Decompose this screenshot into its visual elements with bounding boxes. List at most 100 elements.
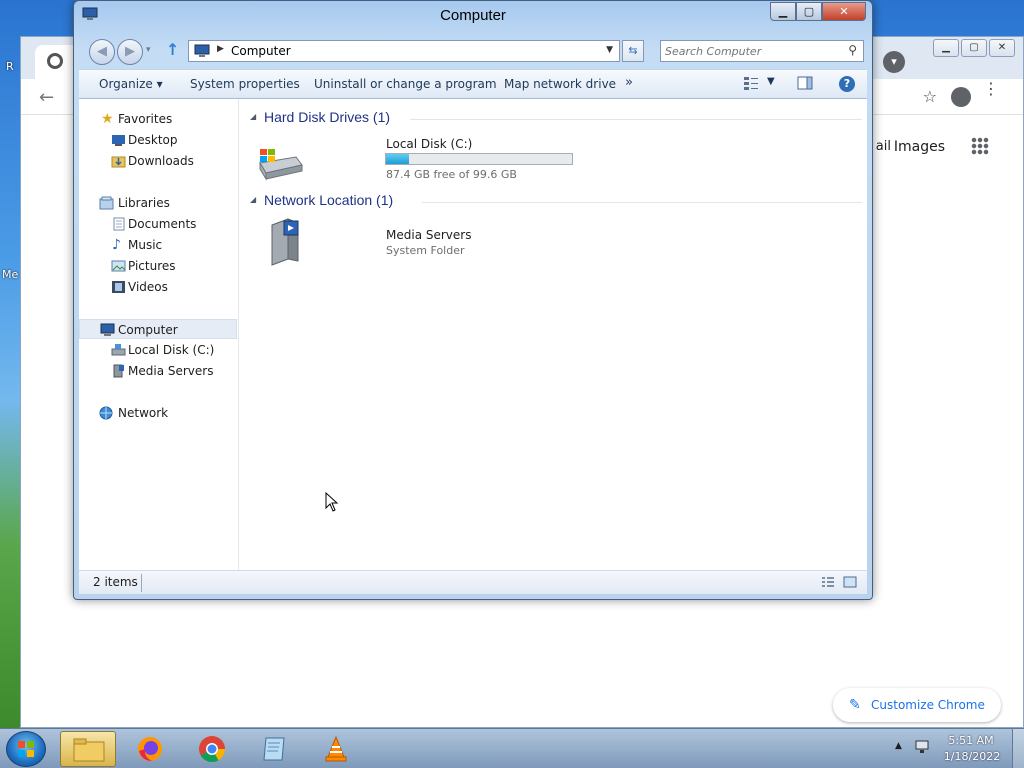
customize-chrome-button[interactable]: ✎ Customize Chrome bbox=[833, 688, 1001, 722]
search-box[interactable]: ⚲ bbox=[660, 40, 864, 62]
network-icon bbox=[99, 406, 113, 420]
forward-button[interactable]: ▶ bbox=[117, 39, 143, 65]
clock-date[interactable]: 1/18/2022 bbox=[942, 750, 1002, 763]
command-bar: Organize ▾ System properties Uninstall o… bbox=[79, 69, 867, 99]
disk-free-text: 87.4 GB free of 99.6 GB bbox=[386, 168, 517, 181]
computer-icon bbox=[194, 44, 210, 57]
mouse-cursor-icon bbox=[325, 492, 339, 512]
nav-pictures[interactable]: Pictures bbox=[79, 256, 237, 276]
taskbar: ▲ 5:51 AM 1/18/2022 bbox=[0, 728, 1024, 768]
organize-label: Organize bbox=[99, 77, 153, 91]
downloads-folder-icon bbox=[111, 156, 126, 168]
help-icon[interactable]: ? bbox=[839, 76, 855, 92]
recent-pages-dropdown-icon[interactable]: ▾ bbox=[146, 45, 151, 55]
nav-desktop-label: Desktop bbox=[128, 133, 178, 147]
explorer-window[interactable]: Computer ▁ ▢ ✕ ◀ ▶ ▾ ↑ ▶ Computer ▼ ⇆ ⚲ … bbox=[73, 0, 873, 600]
group-divider bbox=[422, 202, 862, 203]
apps-grid-icon[interactable] bbox=[971, 137, 989, 155]
taskbar-explorer-button[interactable] bbox=[60, 731, 116, 767]
network-location-group-label: Network Location (1) bbox=[264, 192, 394, 208]
nav-documents-label: Documents bbox=[128, 217, 197, 231]
chrome-download-icon[interactable]: ▾ bbox=[883, 51, 905, 73]
nav-local-disk-label: Local Disk (C:) bbox=[128, 343, 215, 357]
chrome-maximize-button[interactable]: ▢ bbox=[961, 39, 987, 57]
chrome-window-controls: ▁ ▢ ✕ bbox=[933, 39, 1015, 57]
nav-computer-label: Computer bbox=[118, 323, 178, 337]
show-hidden-icons-icon[interactable]: ▲ bbox=[895, 741, 902, 751]
change-view-icon[interactable] bbox=[743, 76, 759, 90]
media-server-icon bbox=[271, 218, 299, 266]
nav-desktop[interactable]: Desktop bbox=[79, 130, 237, 150]
start-button[interactable] bbox=[6, 731, 46, 767]
address-dropdown-icon[interactable]: ▼ bbox=[606, 45, 613, 55]
desktop-icon-label-partial-r[interactable]: R bbox=[6, 60, 14, 73]
preview-pane-icon[interactable] bbox=[797, 76, 813, 90]
close-button[interactable]: ✕ bbox=[822, 2, 866, 21]
more-commands-chevron-icon[interactable]: » bbox=[625, 75, 633, 90]
clock-time[interactable]: 5:51 AM bbox=[946, 734, 996, 747]
taskbar-app-button[interactable] bbox=[246, 731, 302, 767]
media-servers-type: System Folder bbox=[386, 244, 465, 257]
customize-chrome-label: Customize Chrome bbox=[871, 698, 985, 712]
nav-network[interactable]: Network bbox=[79, 403, 237, 423]
details-view-icon[interactable] bbox=[821, 576, 835, 588]
disk-usage-fill bbox=[386, 154, 409, 164]
up-arrow-icon[interactable]: ↑ bbox=[166, 40, 179, 59]
libraries-icon bbox=[99, 196, 114, 210]
kebab-menu-icon[interactable]: ⋮ bbox=[983, 81, 999, 97]
address-bar[interactable]: ▶ Computer ▼ bbox=[188, 40, 620, 62]
search-input[interactable] bbox=[665, 43, 835, 59]
search-icon[interactable]: ⚲ bbox=[848, 43, 857, 57]
nav-local-disk[interactable]: Local Disk (C:) bbox=[79, 340, 237, 360]
nav-network-label: Network bbox=[118, 406, 169, 420]
videos-icon bbox=[112, 281, 125, 293]
collapse-triangle-icon[interactable]: ◢ bbox=[250, 112, 256, 121]
breadcrumb-chevron-icon[interactable]: ▶ bbox=[217, 44, 224, 54]
hard-disk-icon bbox=[259, 149, 303, 181]
map-network-drive-button[interactable]: Map network drive bbox=[504, 77, 616, 91]
minimize-button[interactable]: ▁ bbox=[770, 2, 796, 21]
desktop-icon-label-partial[interactable]: Me bbox=[2, 268, 18, 281]
maximize-button[interactable]: ▢ bbox=[796, 2, 822, 21]
chrome-tab-favicon-icon bbox=[47, 53, 63, 69]
window-title: Computer bbox=[440, 7, 506, 24]
taskbar-vlc-button[interactable] bbox=[308, 731, 364, 767]
chrome-minimize-button[interactable]: ▁ bbox=[933, 39, 959, 57]
collapse-triangle-icon[interactable]: ◢ bbox=[250, 195, 256, 204]
media-servers-name: Media Servers bbox=[386, 228, 472, 242]
nav-libraries[interactable]: Libraries bbox=[79, 193, 237, 213]
chrome-icon bbox=[199, 736, 226, 763]
network-status-icon[interactable] bbox=[914, 740, 930, 754]
nav-computer[interactable]: Computer bbox=[79, 319, 237, 339]
nav-music[interactable]: ♪ Music bbox=[79, 235, 237, 255]
window-controls: ▁ ▢ ✕ bbox=[770, 2, 866, 21]
view-options-dropdown-icon[interactable]: ▼ bbox=[767, 76, 775, 87]
navigation-pane: ★ Favorites Desktop Downloads Libraries … bbox=[79, 99, 239, 570]
nav-downloads-label: Downloads bbox=[128, 154, 194, 168]
taskbar-firefox-button[interactable] bbox=[122, 731, 178, 767]
back-button[interactable]: ◀ bbox=[89, 39, 115, 65]
profile-avatar-icon[interactable] bbox=[951, 87, 971, 107]
nav-videos[interactable]: Videos bbox=[79, 277, 237, 297]
gmail-link[interactable]: ail bbox=[876, 139, 891, 154]
large-icons-view-icon[interactable] bbox=[843, 576, 857, 588]
back-arrow-icon[interactable]: ← bbox=[39, 87, 54, 108]
nav-downloads[interactable]: Downloads bbox=[79, 151, 237, 171]
explorer-content: ★ Favorites Desktop Downloads Libraries … bbox=[79, 99, 867, 570]
organize-button[interactable]: Organize ▾ bbox=[99, 77, 163, 91]
uninstall-program-button[interactable]: Uninstall or change a program bbox=[314, 77, 497, 91]
nav-libraries-label: Libraries bbox=[118, 196, 170, 210]
bookmark-star-icon[interactable]: ☆ bbox=[923, 87, 937, 106]
nav-media-servers[interactable]: Media Servers bbox=[79, 361, 237, 381]
address-text[interactable]: Computer bbox=[231, 44, 291, 58]
refresh-button[interactable]: ⇆ bbox=[622, 40, 644, 62]
taskbar-chrome-button[interactable] bbox=[184, 731, 240, 767]
show-desktop-button[interactable] bbox=[1012, 729, 1024, 768]
computer-icon bbox=[100, 323, 115, 336]
chrome-close-button[interactable]: ✕ bbox=[989, 39, 1015, 57]
nav-favorites[interactable]: ★ Favorites bbox=[79, 109, 237, 129]
pictures-icon bbox=[111, 260, 126, 272]
images-link[interactable]: Images bbox=[894, 139, 945, 155]
nav-documents[interactable]: Documents bbox=[79, 214, 237, 234]
system-properties-button[interactable]: System properties bbox=[190, 77, 300, 91]
